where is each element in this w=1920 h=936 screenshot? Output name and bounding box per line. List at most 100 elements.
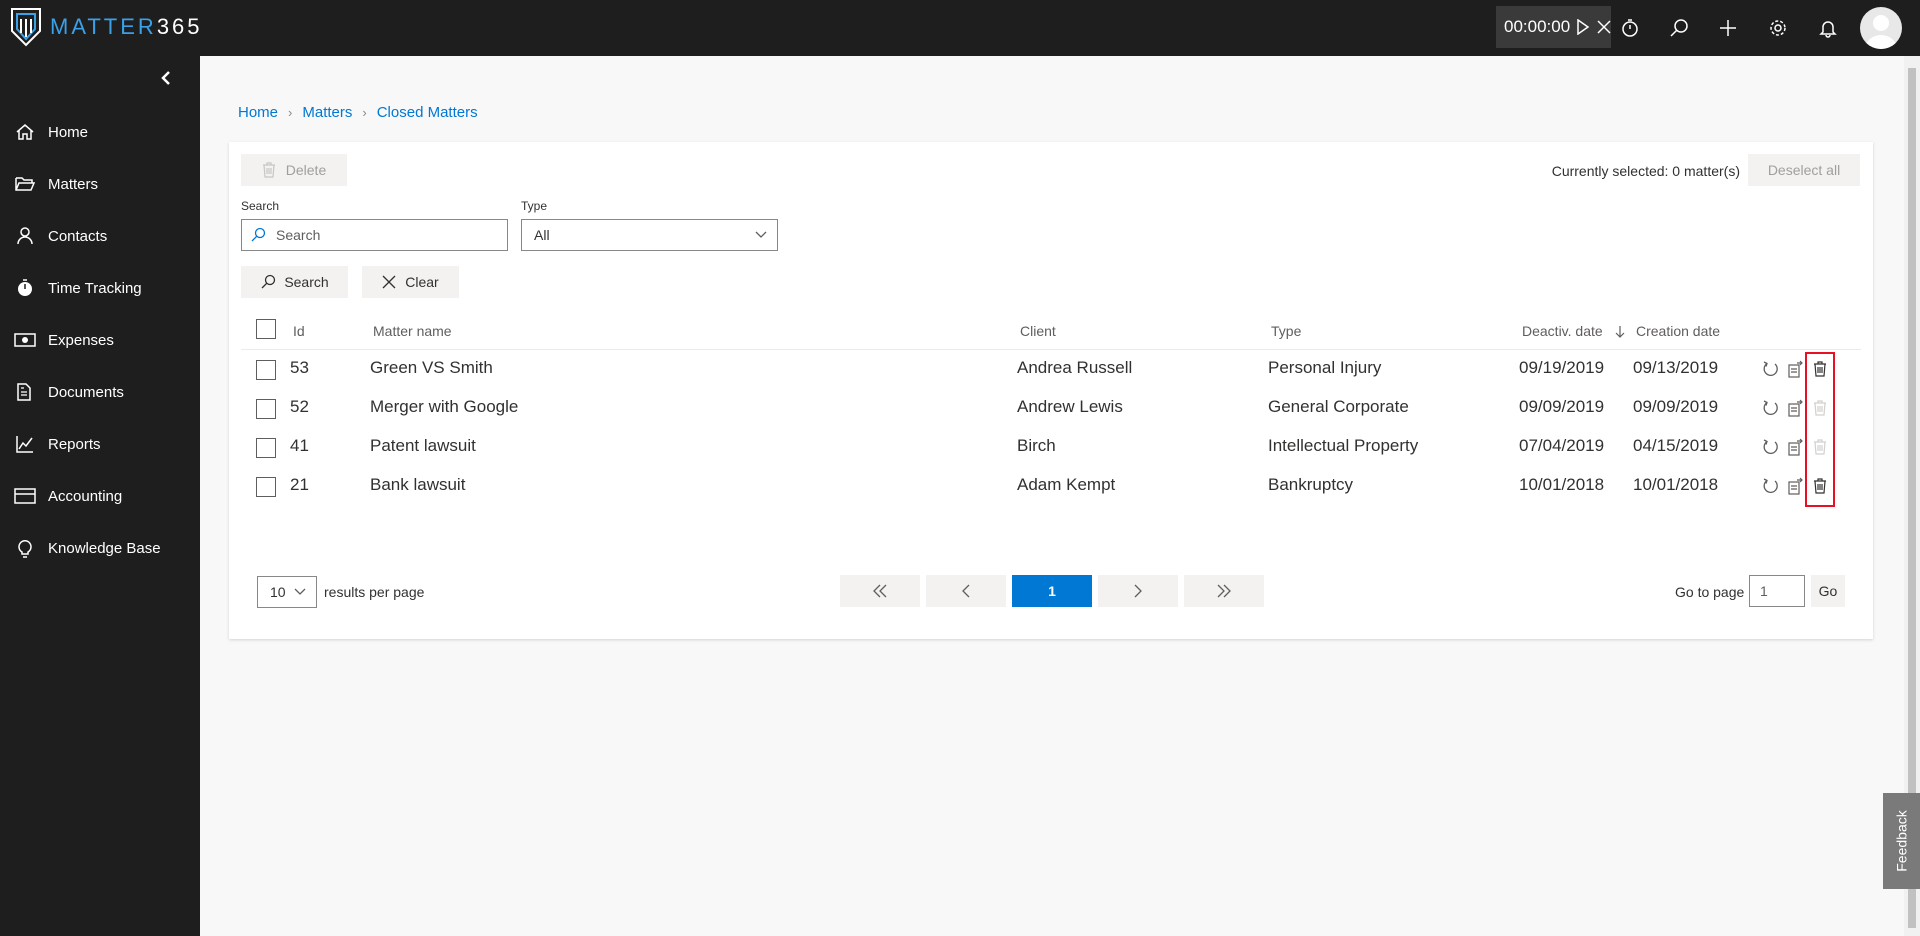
deselect-all-button[interactable]: Deselect all xyxy=(1748,154,1860,186)
cell-type: Intellectual Property xyxy=(1268,436,1419,455)
cell-client: Adam Kempt xyxy=(1017,475,1116,494)
cell-client: Andrew Lewis xyxy=(1017,397,1123,416)
sidebar: Home Matters Contacts Time Tracking Expe… xyxy=(0,56,200,936)
cell-deactiv-date: 07/04/2019 xyxy=(1519,436,1605,455)
collapse-sidebar-icon[interactable] xyxy=(156,68,176,88)
search-button[interactable]: Search xyxy=(241,266,348,298)
sidebar-item-reports[interactable]: Reports xyxy=(0,420,200,468)
cell-id: 52 xyxy=(290,397,309,416)
row-checkbox[interactable] xyxy=(256,399,276,419)
type-dropdown[interactable]: All xyxy=(521,219,778,251)
type-label: Type xyxy=(521,199,548,213)
column-header-id[interactable]: Id xyxy=(293,323,305,339)
reopen-icon[interactable] xyxy=(1761,398,1781,418)
breadcrumb-matters[interactable]: Matters xyxy=(302,104,352,121)
search-input[interactable]: Search xyxy=(241,219,508,251)
cell-matter-name[interactable]: Merger with Google xyxy=(370,397,518,417)
select-all-checkbox[interactable] xyxy=(256,319,276,339)
per-page-label: results per page xyxy=(324,584,425,600)
double-chevron-right-icon xyxy=(1217,584,1231,598)
cell-creation-date: 10/01/2018 xyxy=(1633,475,1719,494)
close-timer-icon[interactable] xyxy=(1596,19,1612,35)
sidebar-item-time-tracking[interactable]: Time Tracking xyxy=(0,264,200,312)
add-icon[interactable] xyxy=(1712,12,1744,44)
clear-button[interactable]: Clear xyxy=(362,266,459,298)
gear-icon[interactable] xyxy=(1762,12,1794,44)
sidebar-item-label: Documents xyxy=(48,383,124,401)
stopwatch-icon[interactable] xyxy=(1614,12,1646,44)
sidebar-item-label: Expenses xyxy=(48,331,114,349)
next-page-button[interactable] xyxy=(1098,575,1178,607)
play-icon[interactable] xyxy=(1576,19,1590,35)
search-icon xyxy=(251,227,266,242)
cell-matter-name[interactable]: Bank lawsuit xyxy=(370,475,465,495)
reopen-icon[interactable] xyxy=(1761,437,1781,457)
selected-count: Currently selected: 0 matter(s) xyxy=(1551,163,1740,179)
transfer-icon[interactable] xyxy=(1786,359,1806,379)
table-row[interactable]: 52 Merger with Google Andrew Lewis Gener… xyxy=(229,389,1873,428)
chevron-down-icon xyxy=(294,588,306,595)
timer-display: 00:00:00 xyxy=(1504,17,1571,36)
transfer-icon[interactable] xyxy=(1786,476,1806,496)
cell-deactiv-date: 09/09/2019 xyxy=(1519,397,1605,416)
transfer-icon[interactable] xyxy=(1786,398,1806,418)
cell-type: General Corporate xyxy=(1268,397,1409,416)
table-row[interactable]: 21 Bank lawsuit Adam Kempt Bankruptcy 10… xyxy=(229,467,1873,506)
avatar[interactable] xyxy=(1860,7,1902,49)
cell-creation-date: 09/13/2019 xyxy=(1633,358,1719,377)
reopen-icon[interactable] xyxy=(1761,476,1781,496)
shield-logo-icon xyxy=(11,8,41,47)
person-icon xyxy=(14,225,36,247)
chart-line-icon xyxy=(14,433,36,455)
first-page-button[interactable] xyxy=(840,575,920,607)
sidebar-item-expenses[interactable]: Expenses xyxy=(0,316,200,364)
row-checkbox[interactable] xyxy=(256,360,276,380)
cell-client: Birch xyxy=(1017,436,1056,455)
transfer-icon[interactable] xyxy=(1786,437,1806,457)
breadcrumb-home[interactable]: Home xyxy=(238,104,278,121)
cell-id: 21 xyxy=(290,475,309,494)
app-logo[interactable]: MATTER365 xyxy=(10,7,203,47)
column-header-client[interactable]: Client xyxy=(1020,323,1056,339)
delete-button[interactable]: Delete xyxy=(241,154,347,186)
reopen-icon[interactable] xyxy=(1761,359,1781,379)
bell-icon[interactable] xyxy=(1812,12,1844,44)
trash-icon xyxy=(262,162,275,178)
column-header-matter-name[interactable]: Matter name xyxy=(373,323,452,339)
sidebar-item-contacts[interactable]: Contacts xyxy=(0,212,200,260)
breadcrumb-closed-matters[interactable]: Closed Matters xyxy=(377,104,478,121)
cell-matter-name[interactable]: Green VS Smith xyxy=(370,358,493,378)
chevron-right-icon xyxy=(1134,584,1142,598)
sidebar-item-knowledge-base[interactable]: Knowledge Base xyxy=(0,524,200,572)
row-checkbox[interactable] xyxy=(256,477,276,497)
go-button[interactable]: Go xyxy=(1811,575,1845,607)
column-header-creation-date[interactable]: Creation date xyxy=(1636,323,1720,339)
column-header-type[interactable]: Type xyxy=(1271,323,1301,339)
double-chevron-left-icon xyxy=(873,584,887,598)
cell-type: Bankruptcy xyxy=(1268,475,1354,494)
cell-matter-name[interactable]: Patent lawsuit xyxy=(370,436,476,456)
chevron-right-icon: › xyxy=(362,105,367,120)
page-1-button[interactable]: 1 xyxy=(1012,575,1092,607)
sidebar-item-home[interactable]: Home xyxy=(0,108,200,156)
sidebar-item-label: Accounting xyxy=(48,487,123,505)
go-to-page-input[interactable]: 1 xyxy=(1749,575,1805,607)
money-icon xyxy=(14,329,36,351)
sidebar-item-accounting[interactable]: Accounting xyxy=(0,472,200,520)
search-icon[interactable] xyxy=(1663,12,1695,44)
home-icon xyxy=(14,121,36,143)
timer-widget: 00:00:00 xyxy=(1496,6,1611,48)
stopwatch-icon xyxy=(14,277,36,299)
per-page-dropdown[interactable]: 10 xyxy=(257,576,317,608)
sidebar-item-matters[interactable]: Matters xyxy=(0,160,200,208)
cell-creation-date: 09/09/2019 xyxy=(1633,397,1719,416)
sidebar-item-label: Home xyxy=(48,123,89,141)
feedback-button[interactable]: Feedback xyxy=(1883,793,1920,889)
previous-page-button[interactable] xyxy=(926,575,1006,607)
column-header-deactiv-date[interactable]: Deactiv. date xyxy=(1522,323,1625,339)
table-row[interactable]: 53 Green VS Smith Andrea Russell Persona… xyxy=(229,350,1873,389)
sidebar-item-documents[interactable]: Documents xyxy=(0,368,200,416)
table-row[interactable]: 41 Patent lawsuit Birch Intellectual Pro… xyxy=(229,428,1873,467)
row-checkbox[interactable] xyxy=(256,438,276,458)
last-page-button[interactable] xyxy=(1184,575,1264,607)
